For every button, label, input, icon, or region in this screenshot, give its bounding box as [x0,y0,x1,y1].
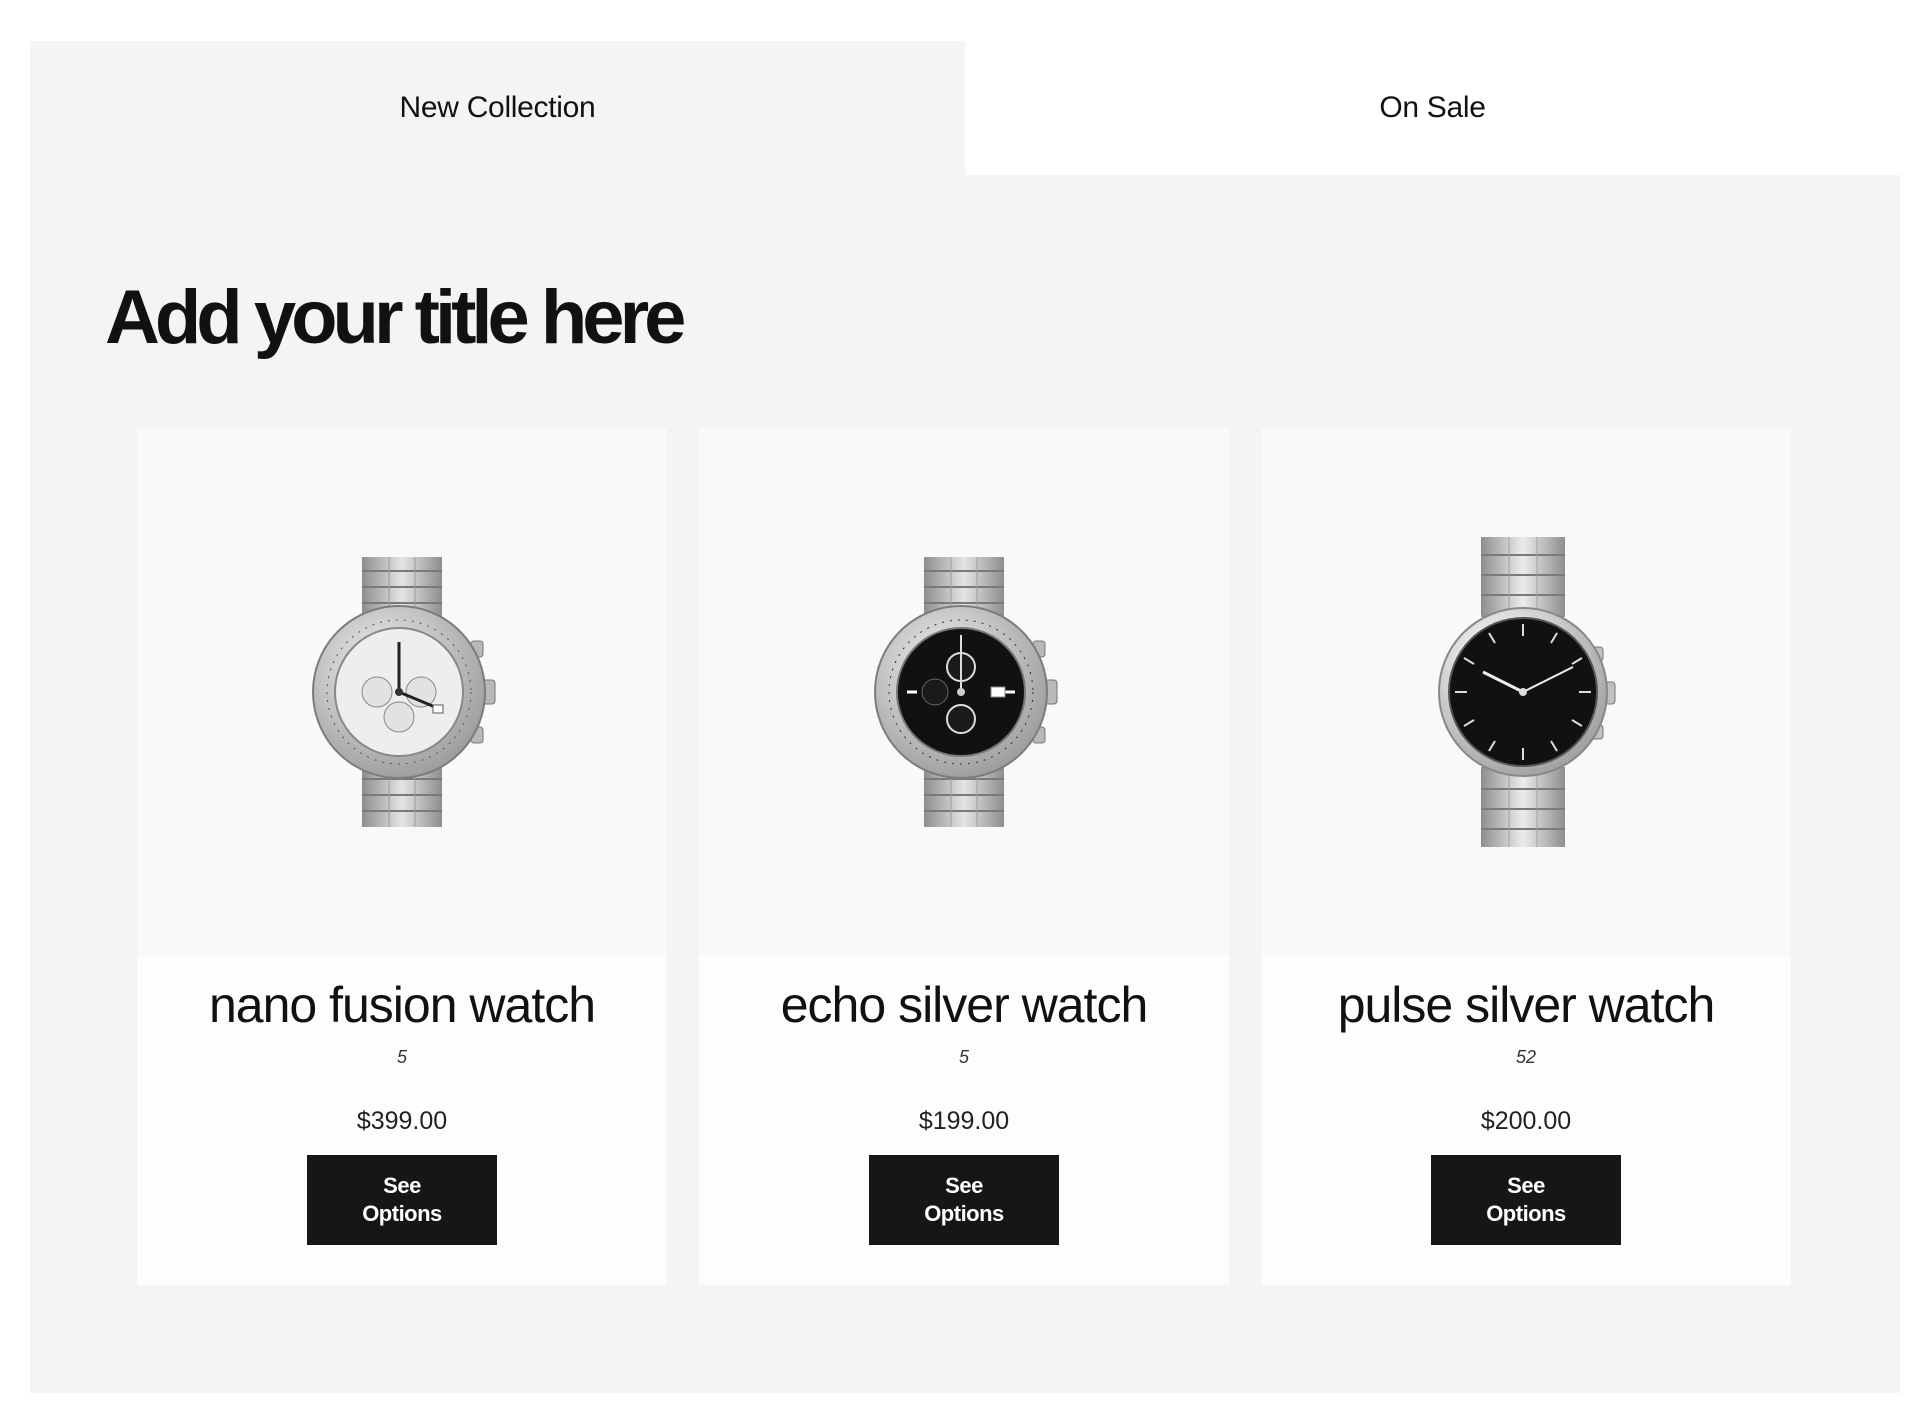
product-name[interactable]: echo silver watch [699,975,1229,1035]
tab-new-collection[interactable]: New Collection [30,41,965,175]
section-title: Add your title here [105,275,686,360]
chronograph-watch-white-dial-image [312,557,496,827]
chronograph-watch-black-dial-image [874,557,1058,827]
product-card: echo silver watch 5 $199.00 See Options [699,427,1229,1285]
product-price: $200.00 [1480,1107,1572,1135]
product-image[interactable] [137,427,667,957]
product-rating: 5 [396,1047,407,1067]
product-price: $399.00 [356,1107,448,1135]
product-image[interactable] [699,427,1229,957]
tab-panel: Add your title here nano fusion watch 5 … [30,175,1900,1393]
product-card: pulse silver watch 52 $200.00 See Option… [1261,427,1791,1285]
product-name[interactable]: pulse silver watch [1261,975,1791,1035]
product-rating: 5 [958,1047,969,1067]
minimalist-watch-black-dial-image [1438,537,1616,847]
product-rating: 52 [1515,1047,1537,1067]
tab-bar: New Collection On Sale [30,41,1900,175]
product-card: nano fusion watch 5 $399.00 See Options [137,427,667,1285]
product-image[interactable] [1261,427,1791,957]
product-tabs-widget: New Collection On Sale Add your title he… [30,41,1900,1393]
tab-on-sale[interactable]: On Sale [965,41,1900,175]
see-options-button[interactable]: See Options [307,1155,497,1245]
see-options-button[interactable]: See Options [869,1155,1059,1245]
product-name[interactable]: nano fusion watch [137,975,667,1035]
product-price: $199.00 [918,1107,1010,1135]
see-options-button[interactable]: See Options [1431,1155,1621,1245]
